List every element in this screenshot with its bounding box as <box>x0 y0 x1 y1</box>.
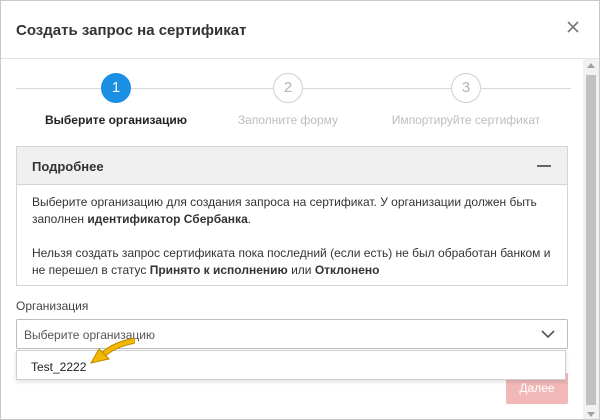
organization-option[interactable]: Test_2222 <box>31 360 86 374</box>
step-2: 2 Заполните форму <box>188 73 388 127</box>
scrollbar[interactable] <box>583 59 599 419</box>
organization-label: Организация <box>16 299 89 313</box>
step-2-circle: 2 <box>273 73 303 103</box>
stepper: 1 Выберите организацию 2 Заполните форму… <box>16 73 571 133</box>
scroll-down-arrow-icon[interactable] <box>587 412 595 417</box>
step-3: 3 Импортируйте сертификат <box>366 73 566 127</box>
status-accepted-term: Принято к исполнению <box>149 263 288 277</box>
details-paragraph-1: Выберите организацию для создания запрос… <box>32 195 537 226</box>
step-3-circle: 3 <box>451 73 481 103</box>
step-3-label: Импортируйте сертификат <box>391 113 541 127</box>
sberbank-id-term: идентификатор Сбербанка <box>87 212 248 226</box>
scroll-up-arrow-icon[interactable] <box>587 63 595 68</box>
collapse-icon[interactable] <box>537 165 551 167</box>
step-2-label: Заполните форму <box>237 113 339 127</box>
create-certificate-request-dialog: Создать запрос на сертификат 1 Выберите … <box>0 0 600 420</box>
details-panel-title: Подробнее <box>32 159 104 174</box>
step-1: 1 Выберите организацию <box>16 73 216 127</box>
details-panel: Подробнее Выберите организацию для созда… <box>16 146 568 286</box>
status-rejected-term: Отклонено <box>314 263 380 277</box>
dialog-title: Создать запрос на сертификат <box>16 22 247 39</box>
scrollbar-thumb[interactable] <box>586 75 596 405</box>
chevron-down-icon <box>541 330 555 339</box>
pointer-arrow-icon <box>90 338 135 364</box>
step-1-label: Выберите организацию <box>44 113 188 127</box>
close-icon[interactable] <box>565 19 581 35</box>
details-paragraph-2: Нельзя создать запрос сертификата пока п… <box>32 246 551 277</box>
dialog-header: Создать запрос на сертификат <box>1 1 599 59</box>
details-panel-body: Выберите организацию для создания запрос… <box>17 185 567 279</box>
step-1-circle: 1 <box>101 73 131 103</box>
details-panel-header[interactable]: Подробнее <box>17 147 567 185</box>
